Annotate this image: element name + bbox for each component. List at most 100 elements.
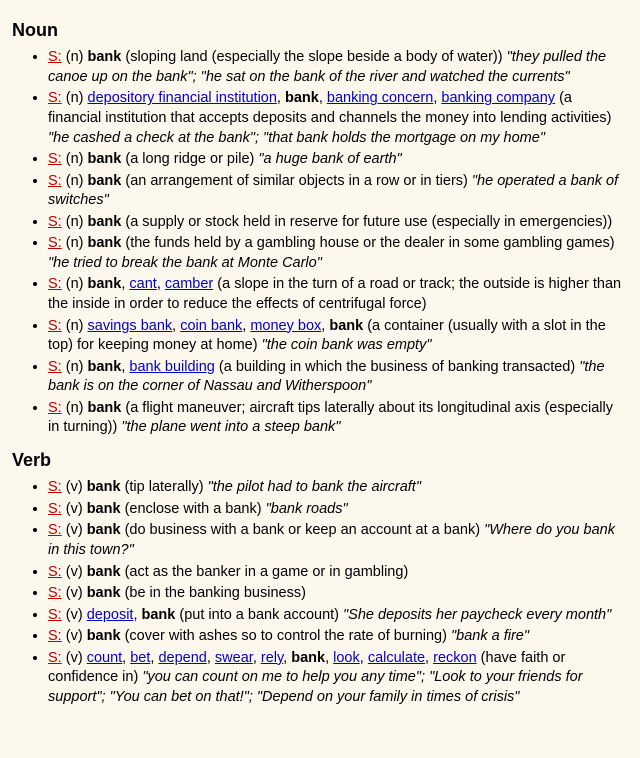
synonym-link[interactable]: depository financial institution: [88, 90, 277, 106]
gloss-text: (cover with ashes so to control the rate…: [125, 628, 447, 644]
s-link[interactable]: S:: [48, 628, 62, 644]
s-link[interactable]: S:: [48, 501, 62, 517]
sense-item: S: (n) bank (a supply or stock held in r…: [48, 213, 628, 233]
synonym-link[interactable]: deposit: [87, 607, 134, 623]
synonym-link[interactable]: cant: [129, 276, 156, 292]
sense-item: S: (n) bank (an arrangement of similar o…: [48, 172, 628, 211]
example-text: "the coin bank was empty": [262, 337, 432, 353]
synonym-link[interactable]: banking company: [441, 90, 555, 106]
sense-item: S: (n) depository financial institution,…: [48, 89, 628, 148]
synonym-term: bank: [87, 564, 121, 580]
s-link[interactable]: S:: [48, 235, 62, 251]
synonym-term: bank: [142, 607, 176, 623]
example-text: "She deposits her paycheck every month": [343, 607, 611, 623]
pos-marker: (n): [66, 151, 84, 167]
gloss-text: (a building in which the business of ban…: [219, 359, 575, 375]
synonym-link[interactable]: look: [333, 650, 360, 666]
s-link[interactable]: S:: [48, 318, 62, 334]
synonym-term: bank: [329, 318, 363, 334]
gloss-text: (put into a bank account): [179, 607, 339, 623]
sense-item: S: (v) bank (tip laterally) "the pilot h…: [48, 478, 628, 498]
synonym-term: bank: [87, 628, 121, 644]
pos-marker: (n): [66, 90, 84, 106]
synonym-link[interactable]: coin bank: [180, 318, 242, 334]
synonym-link[interactable]: reckon: [433, 650, 477, 666]
synonym-term: bank: [88, 235, 122, 251]
synonym-link[interactable]: depend: [158, 650, 206, 666]
gloss-text: (sloping land (especially the slope besi…: [125, 49, 502, 65]
synonym-term: bank: [291, 650, 325, 666]
sense-item: S: (v) bank (be in the banking business): [48, 584, 628, 604]
gloss-text: (tip laterally): [125, 479, 204, 495]
sense-item: S: (n) savings bank, coin bank, money bo…: [48, 317, 628, 356]
s-link[interactable]: S:: [48, 90, 62, 106]
synonym-link[interactable]: count: [87, 650, 122, 666]
sense-item: S: (v) bank (cover with ashes so to cont…: [48, 627, 628, 647]
s-link[interactable]: S:: [48, 607, 62, 623]
s-link[interactable]: S:: [48, 522, 62, 538]
s-link[interactable]: S:: [48, 151, 62, 167]
gloss-text: (be in the banking business): [125, 585, 306, 601]
sense-list: S: (n) bank (sloping land (especially th…: [12, 48, 628, 438]
s-link[interactable]: S:: [48, 214, 62, 230]
sense-item: S: (v) bank (enclose with a bank) "bank …: [48, 500, 628, 520]
content-area: NounS: (n) bank (sloping land (especiall…: [12, 18, 628, 707]
pos-heading: Verb: [12, 448, 628, 472]
s-link[interactable]: S:: [48, 400, 62, 416]
pos-marker: (n): [66, 173, 84, 189]
gloss-text: (an arrangement of similar objects in a …: [125, 173, 468, 189]
sense-item: S: (v) bank (do business with a bank or …: [48, 521, 628, 560]
synonym-link[interactable]: camber: [165, 276, 213, 292]
synonym-term: bank: [285, 90, 319, 106]
s-link[interactable]: S:: [48, 359, 62, 375]
sense-item: S: (n) bank (a flight maneuver; aircraft…: [48, 399, 628, 438]
pos-marker: (n): [66, 318, 84, 334]
synonym-link[interactable]: banking concern: [327, 90, 433, 106]
synonym-link[interactable]: savings bank: [88, 318, 173, 334]
pos-marker: (v): [66, 564, 83, 580]
sense-item: S: (n) bank (a long ridge or pile) "a hu…: [48, 150, 628, 170]
synonym-term: bank: [88, 359, 122, 375]
example-text: "he cashed a check at the bank"; "that b…: [48, 130, 545, 146]
pos-marker: (n): [66, 214, 84, 230]
example-text: "bank roads": [266, 501, 348, 517]
gloss-text: (enclose with a bank): [125, 501, 262, 517]
s-link[interactable]: S:: [48, 564, 62, 580]
pos-marker: (v): [66, 628, 83, 644]
example-text: "the plane went into a steep bank": [121, 419, 340, 435]
example-text: "a huge bank of earth": [258, 151, 401, 167]
example-text: "bank a fire": [451, 628, 529, 644]
s-link[interactable]: S:: [48, 276, 62, 292]
s-link[interactable]: S:: [48, 479, 62, 495]
synonym-link[interactable]: bet: [130, 650, 150, 666]
pos-marker: (v): [66, 585, 83, 601]
s-link[interactable]: S:: [48, 585, 62, 601]
sense-item: S: (v) deposit, bank (put into a bank ac…: [48, 606, 628, 626]
s-link[interactable]: S:: [48, 650, 62, 666]
gloss-text: (a long ridge or pile): [125, 151, 254, 167]
pos-marker: (n): [66, 49, 84, 65]
s-link[interactable]: S:: [48, 49, 62, 65]
synonym-link[interactable]: rely: [261, 650, 283, 666]
synonym-link[interactable]: bank building: [129, 359, 214, 375]
pos-marker: (v): [66, 501, 83, 517]
example-text: "the pilot had to bank the aircraft": [208, 479, 421, 495]
sense-item: S: (v) bank (act as the banker in a game…: [48, 563, 628, 583]
sense-item: S: (n) bank, bank building (a building i…: [48, 358, 628, 397]
example-text: "he tried to break the bank at Monte Car…: [48, 255, 322, 271]
synonym-term: bank: [87, 522, 121, 538]
synonym-term: bank: [88, 173, 122, 189]
pos-marker: (n): [66, 276, 84, 292]
synonym-link[interactable]: calculate: [368, 650, 425, 666]
sense-item: S: (v) count, bet, depend, swear, rely, …: [48, 649, 628, 708]
s-link[interactable]: S:: [48, 173, 62, 189]
pos-marker: (n): [66, 400, 84, 416]
sense-item: S: (n) bank (the funds held by a gamblin…: [48, 234, 628, 273]
synonym-link[interactable]: money box: [250, 318, 321, 334]
gloss-text: (a supply or stock held in reserve for f…: [125, 214, 612, 230]
synonym-link[interactable]: swear: [215, 650, 253, 666]
synonym-term: bank: [88, 214, 122, 230]
gloss-text: (act as the banker in a game or in gambl…: [125, 564, 409, 580]
synonym-term: bank: [88, 400, 122, 416]
synonym-term: bank: [88, 276, 122, 292]
